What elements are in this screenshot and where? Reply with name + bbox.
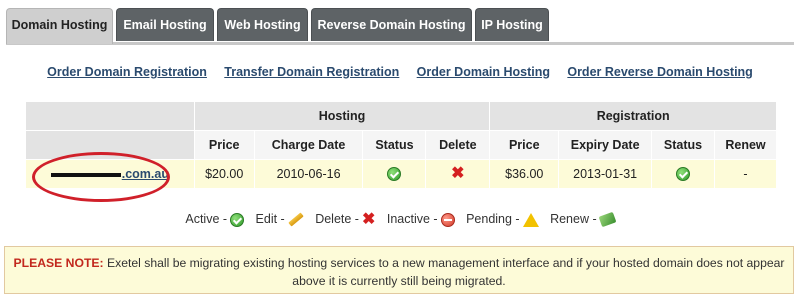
domain-cell: .com.au	[25, 159, 195, 189]
table-row: .com.au $20.00 2010-06-16 ✖ $36.00 2013-…	[25, 159, 778, 189]
registration-price-cell: $36.00	[489, 159, 560, 189]
order-domain-registration-link[interactable]: Order Domain Registration	[47, 65, 207, 79]
registration-status-cell	[651, 159, 715, 189]
column-header-hosting-status: Status	[362, 130, 427, 160]
column-header-charge-date: Charge Date	[253, 130, 364, 160]
column-header-registration-status: Status	[651, 130, 715, 160]
active-icon	[387, 167, 402, 182]
hosting-table: Hosting Registration Price Charge Date S…	[25, 101, 778, 189]
status-legend: Active - Edit - Delete - ✖ Inactive - Pen…	[0, 210, 800, 228]
legend-pending: Pending -	[466, 212, 539, 227]
delete-icon: ✖	[361, 210, 376, 228]
column-header-hosting-price: Price	[193, 130, 255, 160]
column-header-row: Price Charge Date Status Delete Price Ex…	[25, 130, 778, 160]
tab-ip-hosting[interactable]: IP Hosting	[475, 8, 549, 41]
group-header-hosting: Hosting	[193, 101, 491, 131]
legend-delete: Delete - ✖	[315, 210, 376, 228]
expiry-date-cell: 2013-01-31	[558, 159, 653, 189]
column-header-expiry-date: Expiry Date	[558, 130, 653, 160]
order-reverse-domain-hosting-link[interactable]: Order Reverse Domain Hosting	[567, 65, 752, 79]
legend-active-label: Active -	[185, 212, 228, 226]
tab-reverse-domain-hosting[interactable]: Reverse Domain Hosting	[311, 8, 472, 41]
migration-notice: PLEASE NOTE: Exetel shall be migrating e…	[4, 246, 794, 294]
column-header-renew: Renew	[713, 130, 778, 160]
group-header-row: Hosting Registration	[25, 101, 777, 131]
order-links: Order Domain Registration Transfer Domai…	[0, 65, 800, 79]
tab-domain-hosting[interactable]: Domain Hosting	[6, 8, 113, 44]
column-header-delete: Delete	[425, 130, 491, 160]
notice-label: PLEASE NOTE:	[13, 256, 104, 270]
group-header-blank	[25, 101, 195, 131]
transfer-domain-registration-link[interactable]: Transfer Domain Registration	[224, 65, 399, 79]
active-icon	[676, 167, 691, 182]
charge-date-cell: 2010-06-16	[253, 159, 364, 189]
tab-web-hosting[interactable]: Web Hosting	[217, 8, 308, 41]
delete-icon[interactable]: ✖	[451, 166, 464, 182]
column-header-blank	[25, 130, 195, 160]
order-domain-hosting-link[interactable]: Order Domain Hosting	[417, 65, 550, 79]
warning-icon	[522, 212, 539, 227]
legend-edit-label: Edit -	[255, 212, 285, 226]
legend-renew: Renew -	[550, 211, 617, 228]
legend-renew-label: Renew -	[550, 212, 597, 226]
pencil-icon	[287, 212, 304, 227]
renew-cell: -	[713, 159, 778, 189]
group-header-registration: Registration	[489, 101, 777, 131]
column-header-registration-price: Price	[489, 130, 560, 160]
hosting-status-cell	[362, 159, 427, 189]
inactive-icon	[440, 212, 455, 227]
tab-bar: Domain Hosting Email Hosting Web Hosting…	[6, 8, 794, 45]
delete-cell: ✖	[425, 159, 491, 189]
legend-pending-label: Pending -	[466, 212, 520, 226]
legend-delete-label: Delete -	[315, 212, 359, 226]
renew-icon	[598, 211, 617, 228]
legend-active: Active -	[185, 212, 245, 227]
legend-inactive: Inactive -	[386, 212, 455, 227]
active-icon	[230, 212, 245, 227]
hosting-price-cell: $20.00	[193, 159, 255, 189]
domain-link[interactable]: .com.au	[50, 167, 169, 181]
legend-inactive-label: Inactive -	[386, 212, 438, 226]
tab-email-hosting[interactable]: Email Hosting	[116, 8, 214, 41]
redacted-domain-name	[50, 172, 121, 177]
domain-suffix: .com.au	[121, 167, 169, 181]
legend-edit: Edit -	[255, 212, 304, 227]
notice-text: Exetel shall be migrating existing hosti…	[103, 256, 785, 288]
